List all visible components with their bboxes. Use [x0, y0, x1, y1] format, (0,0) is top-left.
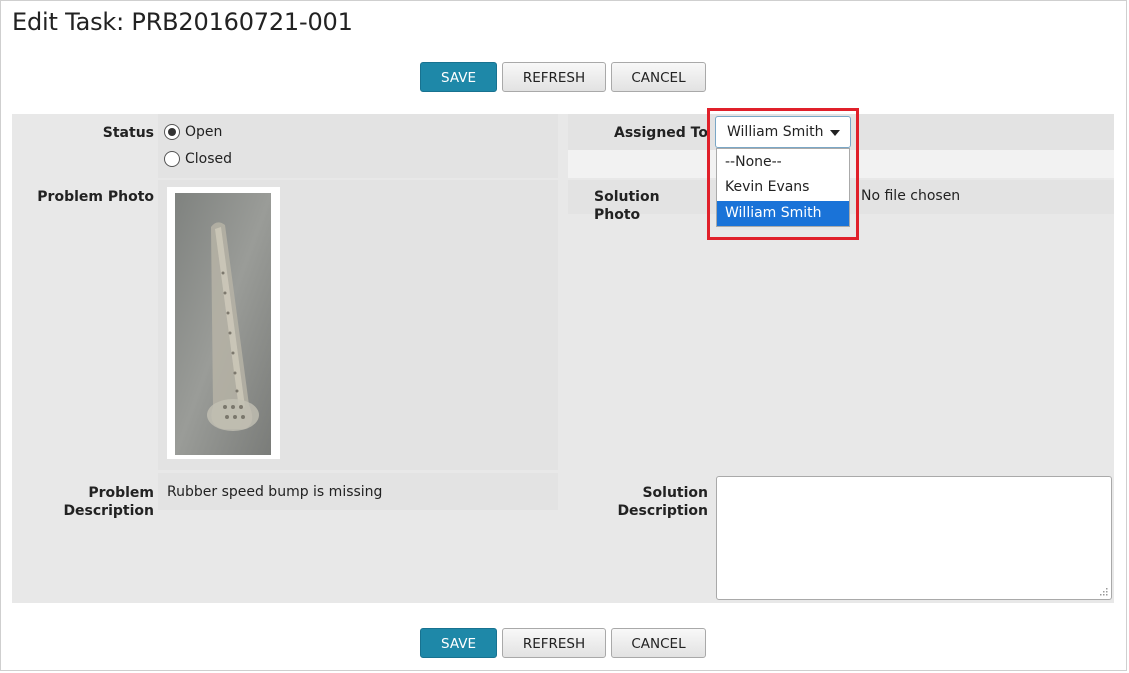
solution-photo-label: Solution Photo	[594, 189, 660, 223]
problem-description-value: Rubber speed bump is missing	[167, 484, 383, 500]
assigned-to-label: Assigned To	[614, 125, 708, 141]
save-button-bottom[interactable]: SAVE	[420, 628, 497, 658]
solution-description-label: Solution Description	[590, 484, 708, 520]
cancel-button-bottom[interactable]: CANCEL	[611, 628, 706, 658]
solution-description-label-line1: Solution	[642, 485, 708, 501]
refresh-button-bottom[interactable]: REFRESH	[502, 628, 606, 658]
problem-description-label: Problem Description	[40, 484, 154, 520]
status-open-label: Open	[185, 124, 223, 140]
status-label: Status	[102, 125, 154, 141]
solution-photo-file-status[interactable]: No file chosen	[861, 188, 960, 204]
assigned-to-highlight-box	[707, 108, 859, 240]
problem-photo[interactable]	[175, 193, 271, 455]
solution-photo-blank	[568, 214, 1114, 474]
problem-photo-frame	[167, 187, 280, 459]
problem-photo-label: Problem Photo	[37, 189, 154, 205]
refresh-button[interactable]: REFRESH	[502, 62, 606, 92]
solution-description-textarea[interactable]	[716, 476, 1112, 600]
status-closed-label: Closed	[185, 151, 233, 167]
page-title: Edit Task: PRB20160721-001	[12, 8, 353, 36]
status-closed-radio[interactable]	[164, 151, 180, 167]
status-open-radio[interactable]	[164, 124, 180, 140]
solution-description-label-line2: Description	[617, 503, 708, 519]
cancel-button[interactable]: CANCEL	[611, 62, 706, 92]
problem-description-label-line2: Description	[63, 503, 154, 519]
resize-handle-icon[interactable]	[1099, 587, 1108, 596]
top-button-bar: SAVE REFRESH CANCEL	[420, 62, 710, 94]
problem-description-label-line1: Problem	[88, 485, 154, 501]
speed-bump-photo-image	[175, 193, 271, 455]
save-button[interactable]: SAVE	[420, 62, 497, 92]
bottom-button-bar: SAVE REFRESH CANCEL	[420, 628, 710, 660]
